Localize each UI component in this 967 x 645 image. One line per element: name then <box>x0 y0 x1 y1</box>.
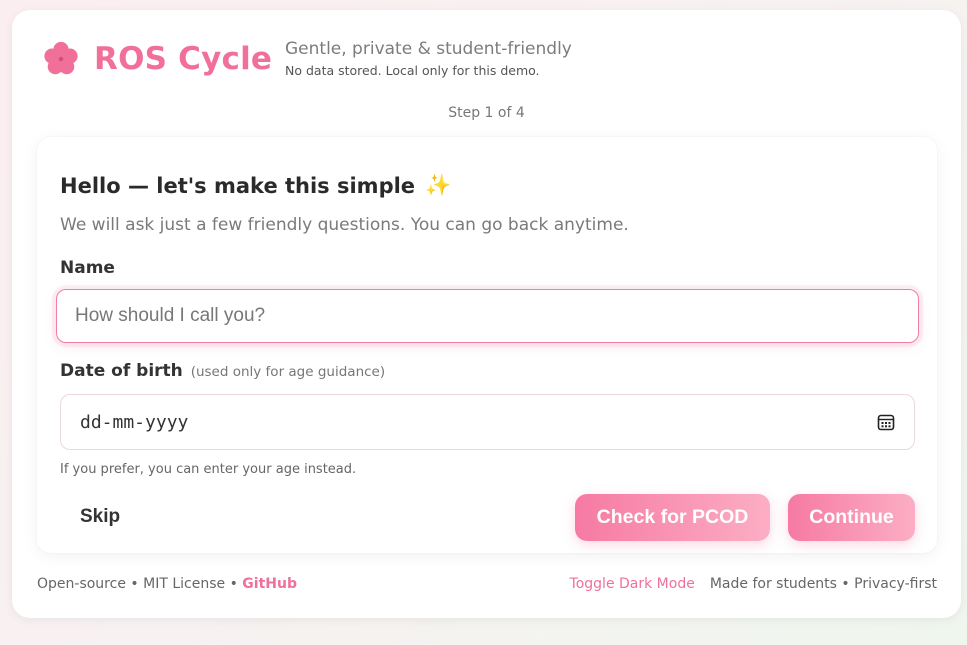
flower-icon <box>42 40 80 78</box>
dark-mode-toggle[interactable]: Toggle Dark Mode <box>570 576 695 592</box>
footer-separator: • <box>229 576 238 592</box>
continue-button[interactable]: Continue <box>788 494 915 541</box>
dob-hint: (used only for age guidance) <box>190 364 386 380</box>
footer-separator: • <box>841 576 850 592</box>
privacy-note: No data stored. Local only for this demo… <box>285 63 540 78</box>
step-indicator: Step 1 of 4 <box>448 105 525 121</box>
name-input[interactable] <box>56 289 919 343</box>
form-card: Hello — let's make this simple ✨ We will… <box>37 137 937 553</box>
sparkle-icon: ✨ <box>425 173 452 197</box>
dob-label: Date of birth (used only for age guidanc… <box>60 361 385 381</box>
dob-placeholder: dd-mm-yyyy <box>80 411 189 433</box>
footer-credits: Made for students • Privacy-first <box>710 576 937 592</box>
footer-made-for: Made for students <box>709 576 837 592</box>
dob-input[interactable]: dd-mm-yyyy <box>60 394 915 450</box>
form-heading: Hello — let's make this simple ✨ <box>60 173 451 198</box>
skip-button[interactable]: Skip <box>67 495 157 539</box>
footer-left: Open-source • MIT License • GitHub <box>37 576 297 592</box>
name-label: Name <box>60 258 115 278</box>
footer-privacy: Privacy-first <box>854 576 937 592</box>
footer-license: MIT License <box>143 576 226 592</box>
check-pcod-button[interactable]: Check for PCOD <box>575 494 770 541</box>
app-title: ROS Cycle <box>94 41 273 77</box>
footer-opensource: Open-source <box>37 576 126 592</box>
form-heading-text: Hello — let's make this simple <box>60 173 416 198</box>
app-card: ROS Cycle Gentle, private & student-frie… <box>12 10 961 618</box>
footer-right: Toggle Dark Mode Made for students • Pri… <box>570 576 937 592</box>
tagline: Gentle, private & student-friendly <box>285 39 572 59</box>
calendar-icon[interactable] <box>876 412 896 432</box>
brand: ROS Cycle <box>42 40 272 78</box>
tagline-block: Gentle, private & student-friendly No da… <box>285 39 572 78</box>
footer-separator: • <box>130 576 139 592</box>
dob-note: If you prefer, you can enter your age in… <box>60 462 357 477</box>
github-link[interactable]: GitHub <box>242 576 297 592</box>
dob-label-text: Date of birth <box>60 361 183 381</box>
form-intro: We will ask just a few friendly question… <box>60 215 629 235</box>
